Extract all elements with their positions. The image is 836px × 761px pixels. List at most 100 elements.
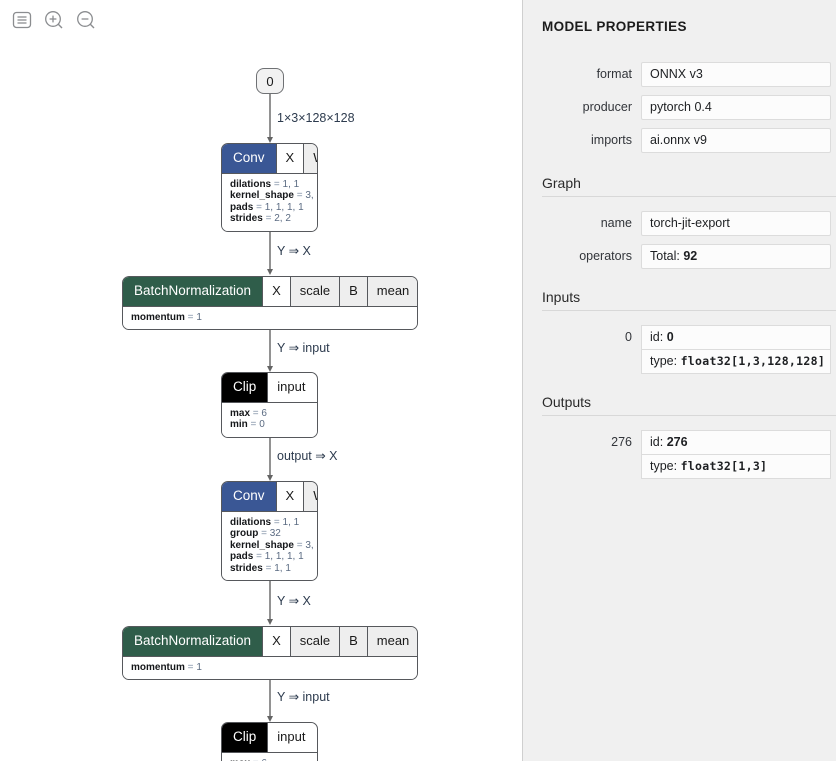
node-input-b[interactable]: B: [340, 277, 368, 306]
attribute-row: pads = 1, 1, 1, 1: [230, 551, 304, 563]
attribute-row: group = 32: [230, 528, 281, 540]
node-header: BatchNormalization X scale B mean var: [123, 277, 417, 306]
output-type: float32[1,3]: [680, 459, 768, 473]
section-heading-graph: Graph: [542, 175, 836, 197]
property-value[interactable]: torch-jit-export: [641, 211, 831, 236]
edge-label-3: output ⇒ X: [277, 449, 338, 463]
input-id-prefix: id:: [650, 330, 667, 344]
attribute-name: dilations: [230, 178, 272, 190]
input-type: float32[1,3,128,128]: [680, 354, 826, 368]
attribute-name: pads: [230, 551, 254, 563]
operators-prefix: Total:: [650, 249, 684, 263]
attribute-name: strides: [230, 213, 263, 225]
node-op-label: BatchNormalization: [123, 627, 264, 656]
node-input-x[interactable]: X: [263, 627, 291, 656]
edge-label-1: Y ⇒ X: [277, 244, 312, 258]
attribute-value: 1, 1, 1, 1: [264, 551, 304, 563]
node-op-label: Conv: [222, 482, 277, 511]
attribute-value: 1, 1: [282, 178, 300, 190]
attribute-value: 2, 2: [274, 213, 291, 225]
attribute-name: strides: [230, 562, 263, 574]
property-label: operators: [579, 249, 632, 263]
property-label: name: [600, 216, 632, 230]
input-type-prefix: type:: [650, 354, 681, 368]
node-conv-1[interactable]: Conv X W dilations = 1, 1 kernel_shape =…: [221, 143, 318, 232]
operators-count: 92: [683, 249, 698, 263]
attribute-row: pads = 1, 1, 1, 1: [230, 201, 304, 213]
attribute-name: min: [230, 419, 248, 431]
property-value[interactable]: ONNX v3: [641, 62, 831, 87]
output-item-0: 276 id: 276 type: float32[1,3]: [523, 430, 836, 479]
attribute-name: kernel_shape: [230, 539, 294, 551]
node-input-mean[interactable]: mean: [367, 277, 417, 306]
edge-label-4: Y ⇒ X: [277, 594, 312, 608]
node-attributes: momentum = 1: [123, 655, 417, 680]
graph-properties-rows: name torch-jit-export operators Total: 9…: [523, 211, 836, 269]
zoom-in-icon[interactable]: [42, 8, 66, 32]
node-clip-2[interactable]: Clip input max = 6: [221, 722, 318, 761]
node-input-x[interactable]: X: [276, 144, 305, 173]
node-input-x[interactable]: X: [276, 482, 305, 511]
node-input-b[interactable]: B: [340, 627, 368, 656]
model-properties-rows: format ONNX v3 producer pytorch 0.4 impo…: [523, 62, 836, 153]
node-batchnorm-2[interactable]: BatchNormalization X scale B mean var mo…: [122, 626, 418, 681]
property-value[interactable]: pytorch 0.4: [641, 95, 831, 120]
menu-icon[interactable]: [10, 8, 34, 32]
attribute-value: 1, 1: [282, 516, 300, 528]
attribute-value: 32: [269, 528, 281, 540]
section-heading-inputs: Inputs: [542, 289, 836, 311]
input-value-group: id: 0 type: float32[1,3,128,128]: [641, 325, 831, 374]
output-id-value[interactable]: id: 276: [641, 430, 831, 454]
input-type-value[interactable]: type: float32[1,3,128,128]: [641, 349, 831, 374]
input-id: 0: [666, 330, 674, 344]
graph-toolbar: [10, 8, 98, 32]
node-input-w[interactable]: W: [304, 144, 317, 173]
node-batchnorm-1[interactable]: BatchNormalization X scale B mean var mo…: [122, 276, 418, 331]
attribute-row: max = 6: [230, 407, 267, 419]
output-type-value[interactable]: type: float32[1,3]: [641, 454, 831, 479]
outputs-rows: 276 id: 276 type: float32[1,3]: [523, 430, 836, 479]
sidebar-title: MODEL PROPERTIES: [542, 19, 687, 34]
attribute-row: max = 6: [230, 758, 309, 761]
attribute-value: 1: [196, 661, 202, 673]
property-value[interactable]: ai.onnx v9: [641, 128, 831, 153]
node-input-mean[interactable]: mean: [367, 627, 417, 656]
property-row-imports: imports ai.onnx v9: [523, 128, 836, 153]
attribute-value: 3, 3: [305, 539, 317, 551]
node-input-input[interactable]: input: [268, 373, 315, 402]
node-header: Conv X W: [222, 482, 317, 511]
node-input-scale[interactable]: scale: [290, 277, 341, 306]
attribute-name: group: [230, 528, 259, 540]
edge-label-2: Y ⇒ input: [277, 341, 330, 355]
node-input-x[interactable]: X: [263, 277, 291, 306]
attribute-name: pads: [230, 201, 254, 213]
attribute-name: max: [230, 407, 251, 419]
node-input-scale[interactable]: scale: [290, 627, 341, 656]
attribute-value: 6: [261, 407, 267, 419]
attribute-name: dilations: [230, 516, 272, 528]
output-index-label: 276: [611, 435, 632, 449]
node-attributes: max = 6: [222, 751, 317, 761]
zoom-out-icon[interactable]: [74, 8, 98, 32]
property-row-format: format ONNX v3: [523, 62, 836, 87]
graph-input-node[interactable]: 0: [256, 68, 284, 94]
node-header: Conv X W: [222, 144, 317, 173]
input-index-label: 0: [625, 330, 632, 344]
property-row-producer: producer pytorch 0.4: [523, 95, 836, 120]
node-clip-1[interactable]: Clip input max = 6 min = 0: [221, 372, 318, 438]
property-value[interactable]: Total: 92: [641, 244, 831, 269]
attribute-row: dilations = 1, 1: [230, 516, 300, 528]
output-id: 276: [666, 435, 688, 449]
model-properties-sidebar: MODEL PROPERTIES format ONNX v3 producer…: [522, 0, 836, 761]
input-id-value[interactable]: id: 0: [641, 325, 831, 349]
node-input-input[interactable]: input: [268, 723, 315, 752]
node-conv-2[interactable]: Conv X W dilations = 1, 1 group = 32 ker…: [221, 481, 318, 582]
attribute-row: kernel_shape = 3, 3: [230, 539, 317, 552]
node-attributes: momentum = 1: [123, 305, 417, 330]
property-label: producer: [582, 100, 632, 114]
property-row-name: name torch-jit-export: [523, 211, 836, 236]
attribute-row: dilations = 1, 1: [230, 178, 300, 190]
attribute-name: kernel_shape: [230, 190, 294, 202]
node-input-w[interactable]: W: [304, 482, 317, 511]
graph-canvas[interactable]: 1×3×128×128 Y ⇒ X Y ⇒ input output ⇒ X Y…: [0, 0, 522, 761]
